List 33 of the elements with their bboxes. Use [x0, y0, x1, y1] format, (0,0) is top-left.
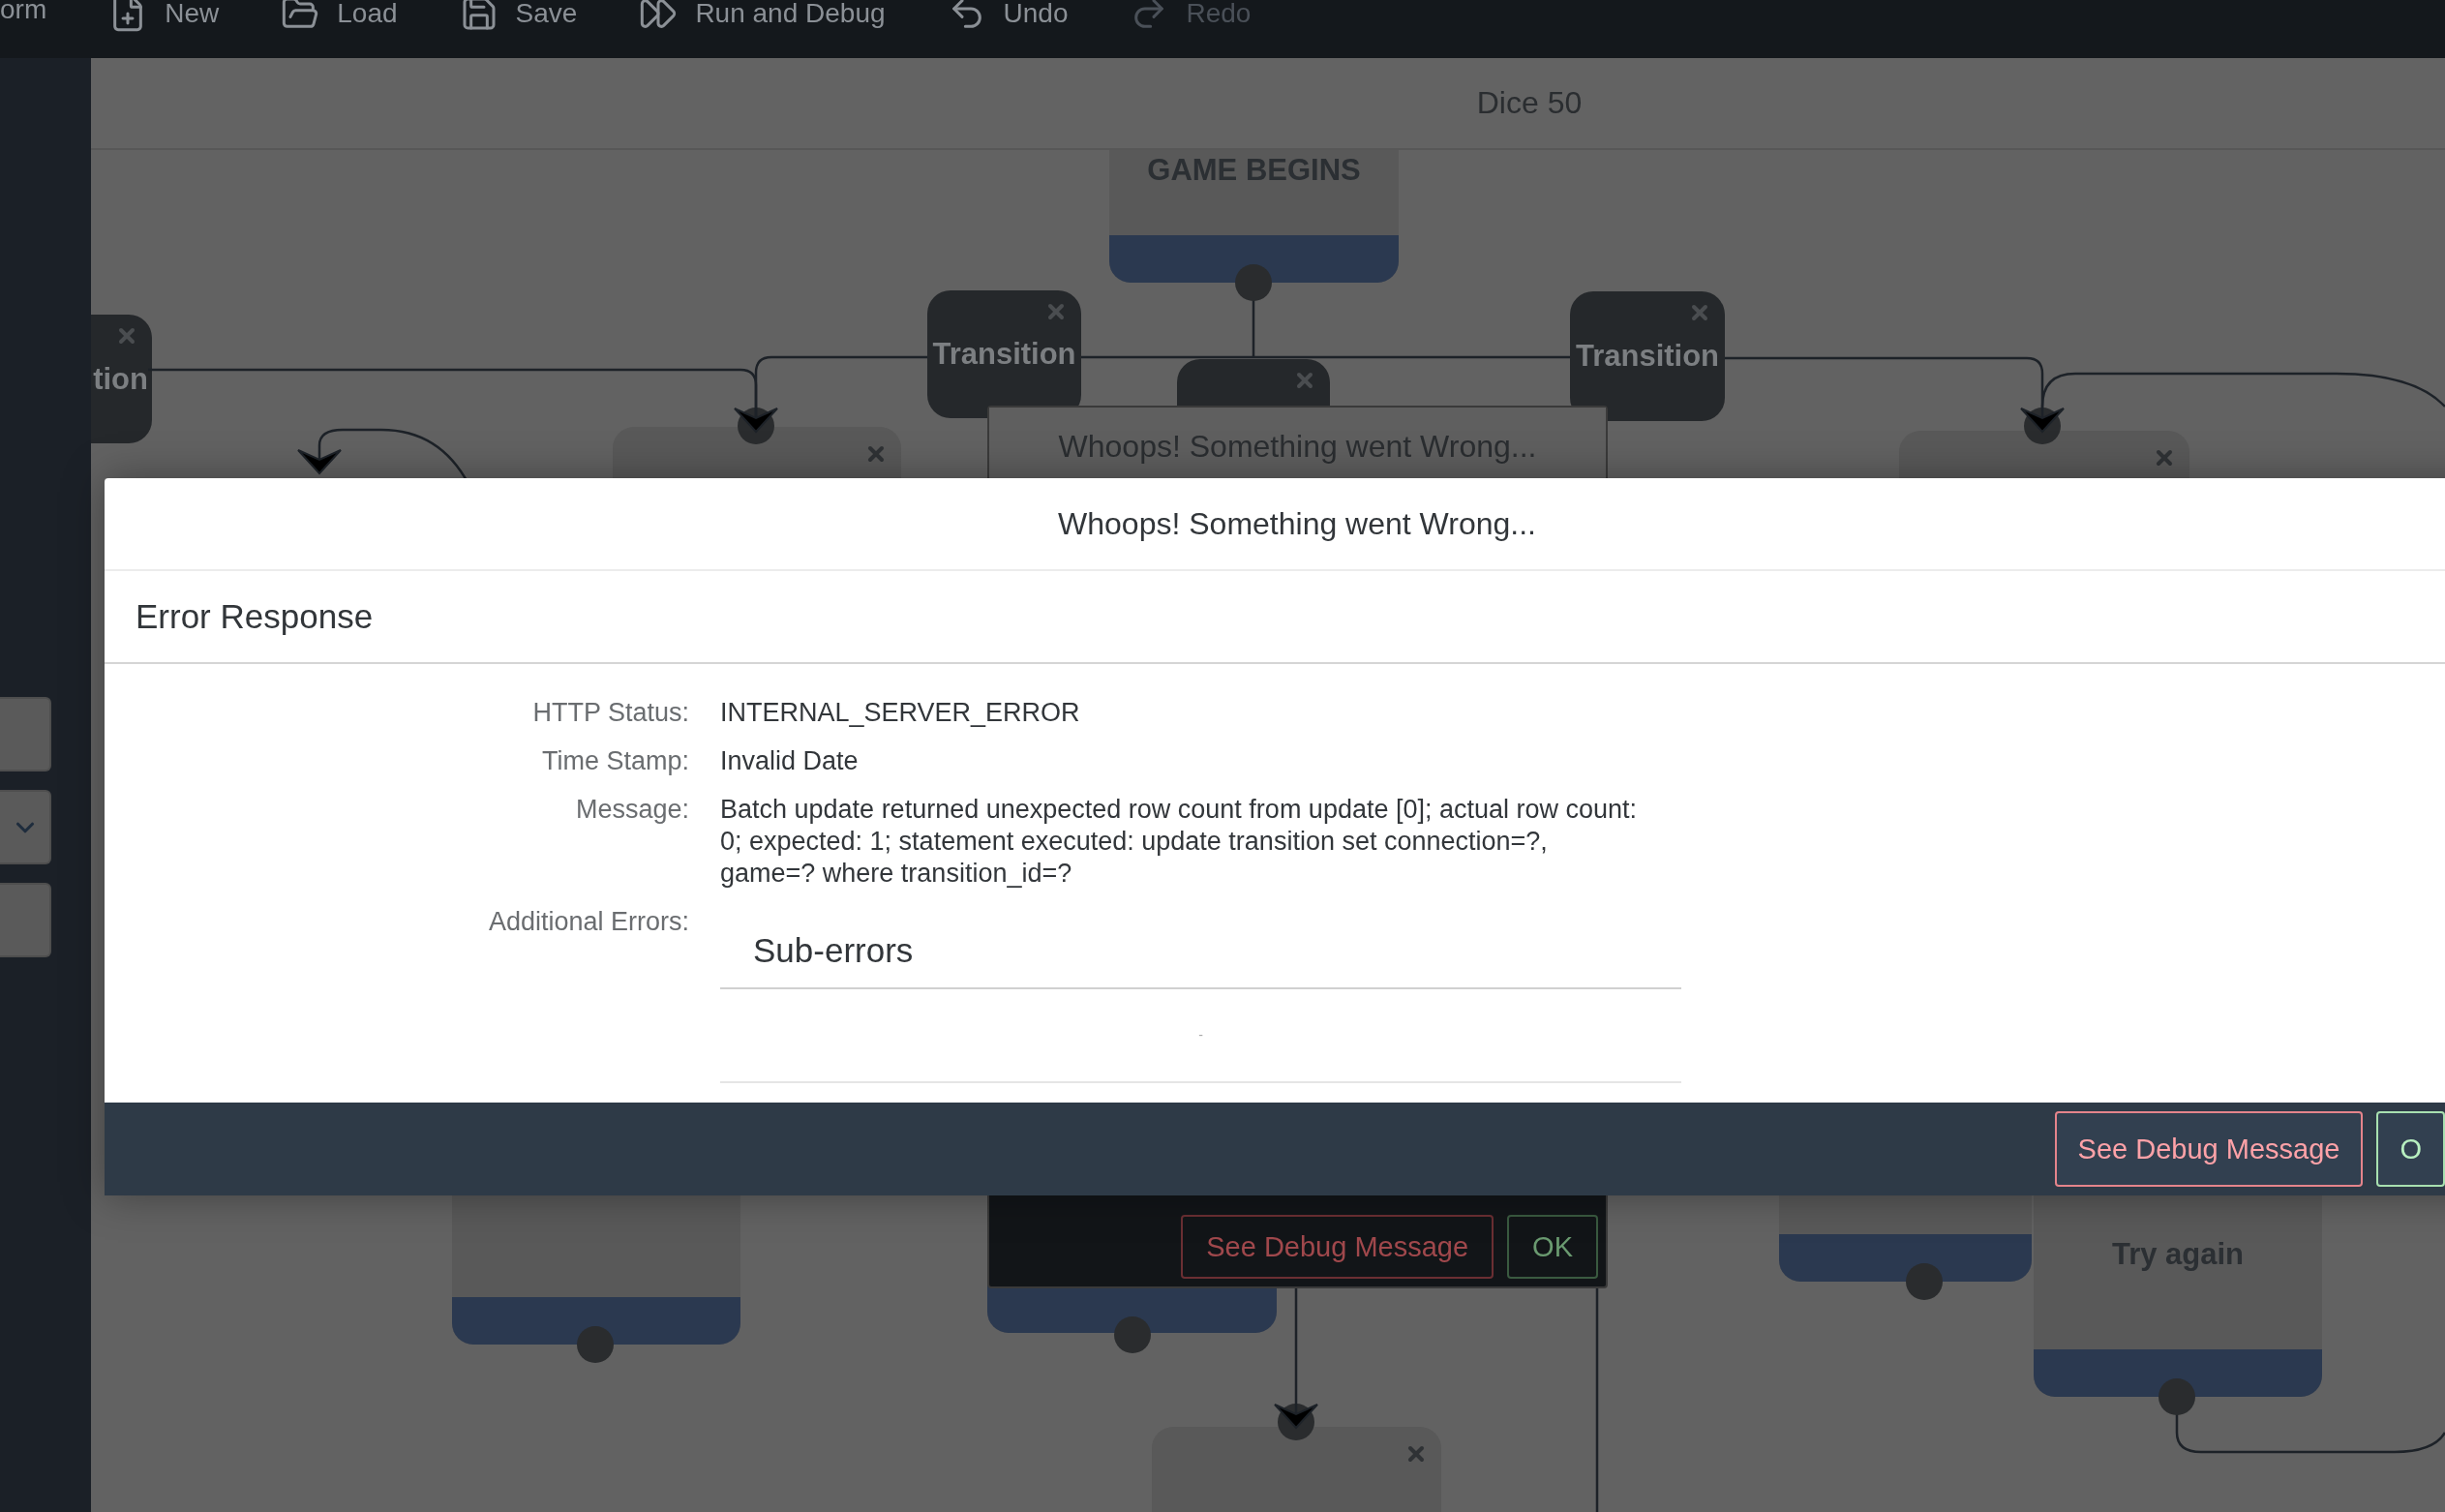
field-value: Batch update returned unexpected row count from update [0]; actual row count: 0; expected: 1; statement executed: update transition set connection=?, game=? where transition_id=? [720, 794, 1639, 890]
dialog-title: Whoops! Something went Wrong... [1058, 505, 1536, 542]
toolbar-button[interactable]: New [108, 0, 220, 33]
field-label: Message: [575, 794, 689, 826]
field-value: INTERNAL_SERVER_ERROR [720, 697, 1081, 729]
sidebar-button[interactable] [0, 697, 51, 771]
sidebar-button[interactable] [0, 883, 51, 957]
node-label: tion [93, 361, 148, 397]
debug-button[interactable]: See Debug Message [1181, 1215, 1494, 1279]
toolbar-button[interactable]: Save [459, 0, 578, 33]
empty-text: - [1198, 1026, 1203, 1044]
connector-dot[interactable] [2158, 1378, 2195, 1415]
connector-dot[interactable] [577, 1326, 614, 1363]
toolbar-button[interactable]: Run and Debug [639, 0, 886, 33]
toolbar-button[interactable]: Load [281, 0, 398, 33]
ok-button[interactable]: O [2376, 1111, 2445, 1187]
toolbar-button[interactable]: Undo [947, 0, 1069, 33]
ok-button[interactable]: OK [1507, 1215, 1598, 1279]
field-label: Time Stamp: [541, 745, 689, 777]
node-label: Transition [932, 337, 1076, 372]
field-value: Invalid Date [720, 745, 860, 777]
field-label: Additional Errors: [488, 906, 689, 938]
node-label: Transition [1575, 339, 1720, 374]
table-title: Sub-errors [753, 933, 914, 966]
connector-dot[interactable] [1235, 264, 1272, 301]
debug-button[interactable]: See Debug Message [2054, 1111, 2364, 1187]
field-label: HTTP Status: [532, 697, 689, 729]
sidebar-button[interactable] [0, 790, 51, 864]
section-title: Error Response [136, 597, 374, 636]
connector-dot[interactable] [1114, 1316, 1151, 1353]
toolbar-button[interactable]: orm [0, 0, 47, 25]
diagram-title: Dice 50 [1476, 85, 1583, 121]
connector-dot[interactable] [1906, 1263, 1943, 1300]
